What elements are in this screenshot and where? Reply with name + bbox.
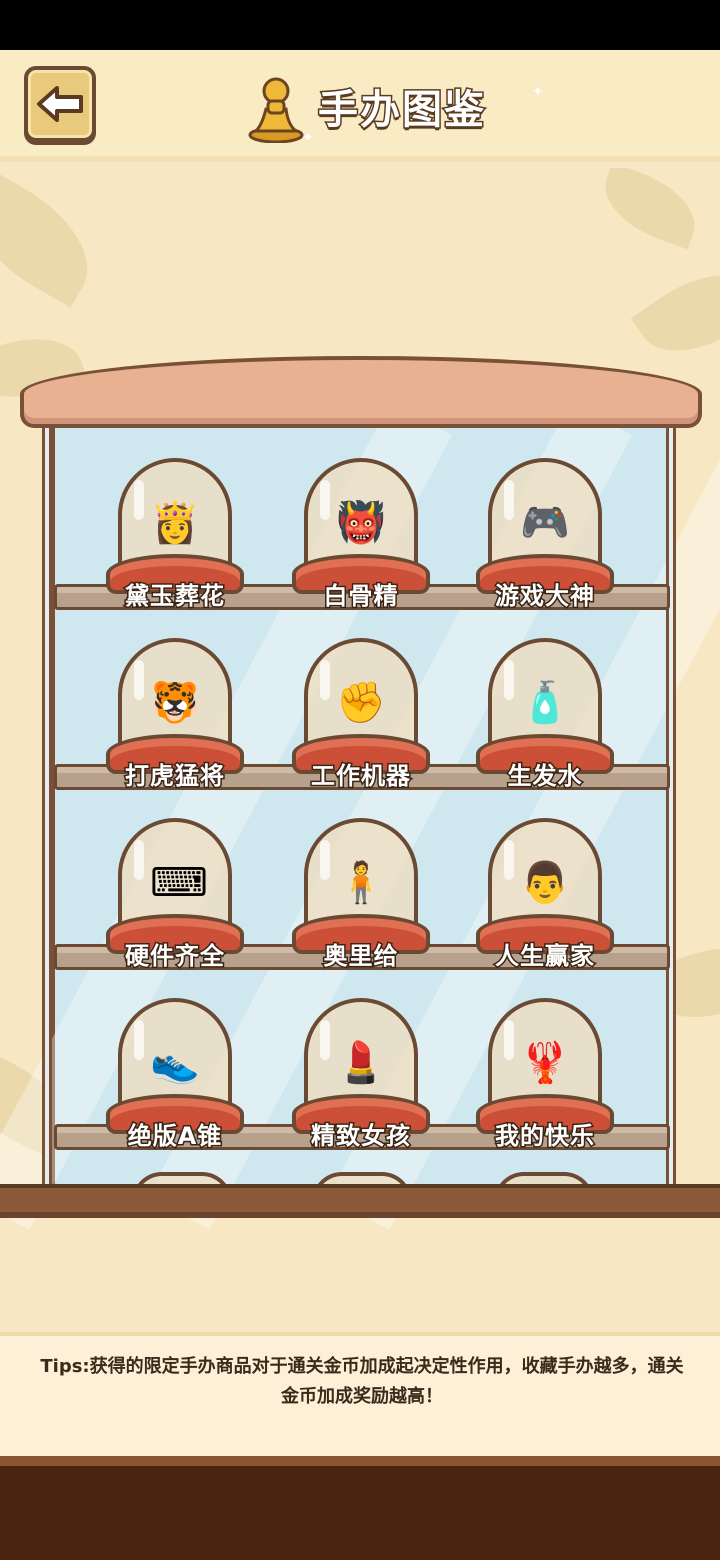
figure-item[interactable]: 🦞 我的快乐 bbox=[470, 998, 620, 1152]
figure-item[interactable]: 👟 绝版A锥 bbox=[100, 998, 250, 1152]
figure-item[interactable]: ✊ 工作机器 bbox=[286, 638, 436, 792]
page-title: 手办图鉴 bbox=[317, 86, 486, 135]
figure-image-icon: 👹 bbox=[336, 500, 386, 546]
figure-label: 我的快乐 bbox=[494, 1121, 596, 1152]
figure-image-icon: 💄 bbox=[336, 1040, 386, 1086]
leaf-decoration bbox=[593, 168, 707, 250]
figure-image-icon: ✊ bbox=[336, 680, 386, 726]
figure-item[interactable]: 💄 精致女孩 bbox=[286, 998, 436, 1152]
figure-label: 硬件齐全 bbox=[124, 941, 226, 972]
figure-image-icon: 👟 bbox=[150, 1040, 200, 1086]
header: 手办图鉴 ✦ ✦ bbox=[0, 50, 720, 162]
figure-image-icon: 🧴 bbox=[520, 680, 570, 726]
figure-image-icon: 👨 bbox=[520, 860, 570, 906]
bottom-bar bbox=[0, 1456, 720, 1560]
figure-label: 生发水 bbox=[506, 761, 583, 792]
figure-item[interactable]: 👸 黛玉葬花 bbox=[100, 458, 250, 612]
figure-image-icon: 🧍 bbox=[336, 860, 386, 906]
figure-label: 白骨精 bbox=[322, 581, 399, 612]
status-bar bbox=[0, 0, 720, 50]
figure-item[interactable]: 🎮 游戏大神 bbox=[470, 458, 620, 612]
figure-label: 黛玉葬花 bbox=[124, 581, 226, 612]
figure-label: 绝版A锥 bbox=[126, 1121, 223, 1152]
cabinet-roof bbox=[20, 356, 702, 428]
figure-label: 精致女孩 bbox=[310, 1121, 412, 1152]
figure-item[interactable]: 👹 白骨精 bbox=[286, 458, 436, 612]
arrow-left-icon bbox=[37, 86, 83, 122]
tips-panel: Tips:获得的限定手办商品对于通关金币加成起决定性作用，收藏手办越多，通关金币… bbox=[0, 1332, 720, 1456]
figure-item[interactable]: ⌨ 硬件齐全 bbox=[100, 818, 250, 972]
cabinet-base bbox=[0, 1184, 720, 1218]
figure-image-icon: ⌨ bbox=[150, 860, 208, 906]
figure-image-icon: 🐯 bbox=[150, 680, 200, 726]
sparkle-icon: ✦ bbox=[532, 84, 544, 100]
cabinet-post bbox=[42, 426, 52, 1196]
figure-image-icon: 🦞 bbox=[520, 1040, 570, 1086]
figure-image-icon: 👸 bbox=[150, 500, 200, 546]
figure-label: 打虎猛将 bbox=[124, 761, 226, 792]
cabinet-post bbox=[666, 426, 676, 1196]
figure-label: 人生赢家 bbox=[494, 941, 596, 972]
figure-item[interactable]: 🧴 生发水 bbox=[470, 638, 620, 792]
figure-label: 奥里给 bbox=[322, 941, 399, 972]
figure-item[interactable]: 🧍 奥里给 bbox=[286, 818, 436, 972]
title-area: 手办图鉴 bbox=[244, 68, 486, 144]
trophy-statue-icon bbox=[248, 77, 304, 143]
leaf-decoration bbox=[0, 168, 111, 308]
figure-item[interactable]: 🐯 打虎猛将 bbox=[100, 638, 250, 792]
figure-image-icon: 🎮 bbox=[520, 500, 570, 546]
figure-label: 工作机器 bbox=[310, 761, 412, 792]
back-button[interactable] bbox=[24, 66, 96, 142]
figure-label: 游戏大神 bbox=[494, 581, 596, 612]
figure-item[interactable]: 👨 人生赢家 bbox=[470, 818, 620, 972]
sparkle-icon: ✦ bbox=[302, 130, 314, 146]
tips-text: Tips:获得的限定手办商品对于通关金币加成起决定性作用，收藏手办越多，通关金币… bbox=[40, 1356, 684, 1407]
